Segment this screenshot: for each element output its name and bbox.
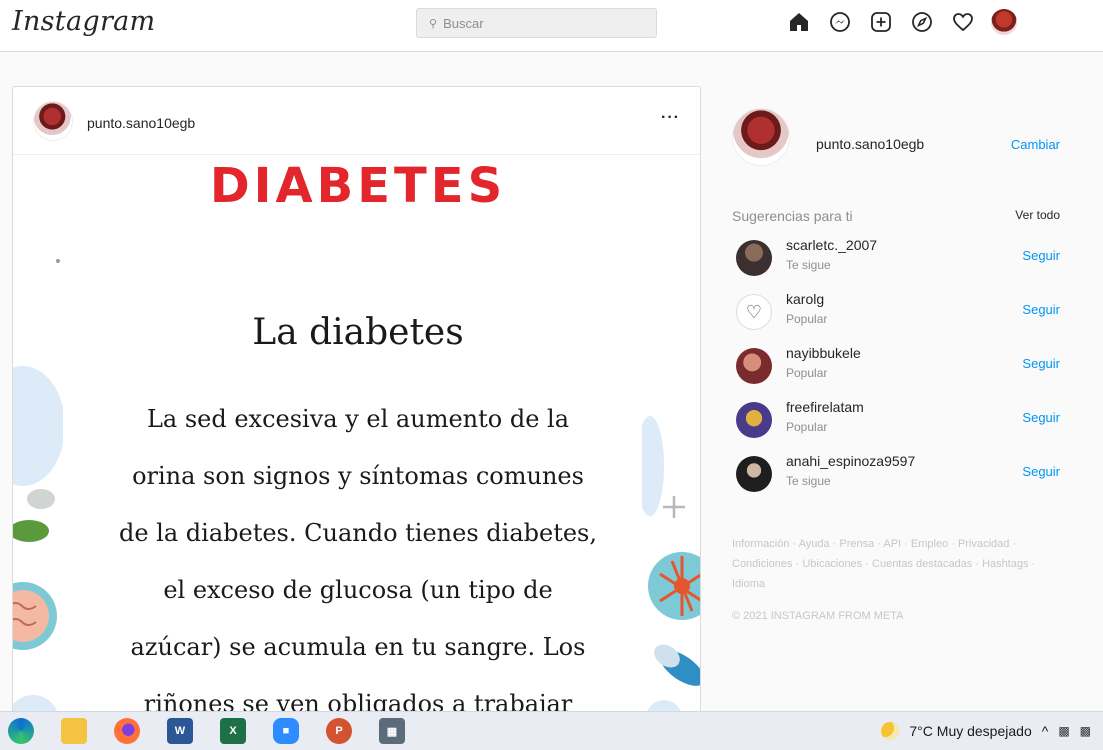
follow-button[interactable]: Seguir (1022, 356, 1060, 371)
suggestion-item: nayibbukele Popular Seguir (732, 344, 1062, 398)
see-all-link[interactable]: Ver todo (1015, 208, 1060, 222)
infographic-subtitle: La diabetes (252, 312, 464, 353)
top-navigation: Instagram ⚲ Buscar (0, 0, 1103, 52)
file-explorer-icon[interactable] (61, 718, 87, 744)
instagram-logo[interactable]: Instagram (12, 6, 155, 37)
weather-moon-icon[interactable] (881, 722, 900, 740)
body-line: el exceso de glucosa (un tipo de (163, 576, 553, 604)
search-placeholder: Buscar (443, 15, 484, 31)
follow-button[interactable]: Seguir (1022, 464, 1060, 479)
suggestion-reason: Popular (786, 312, 828, 326)
body-line: de la diabetes. Cuando tienes diabetes, (118, 519, 597, 547)
suggestion-avatar[interactable] (736, 402, 772, 438)
current-account: punto.sano10egb Cambiar (732, 100, 1062, 186)
search-input[interactable]: ⚲ Buscar (416, 8, 657, 38)
body-line: orina son signos y síntomas comunes (132, 462, 584, 490)
post-author-username[interactable]: punto.sano10egb (87, 115, 195, 131)
network-icon[interactable]: ▩ (1058, 724, 1069, 738)
body-line: La sed excesiva y el aumento de la (146, 405, 570, 433)
suggestion-username[interactable]: scarletc._2007 (786, 237, 877, 253)
follow-button[interactable]: Seguir (1022, 410, 1060, 425)
suggestion-avatar[interactable] (736, 456, 772, 492)
search-icon: ⚲ (429, 17, 438, 30)
more-options-icon[interactable]: ··· (661, 109, 680, 127)
avatar (991, 9, 1017, 35)
calculator-icon[interactable]: ▦ (379, 718, 405, 744)
suggestion-username[interactable]: nayibbukele (786, 345, 861, 361)
suggestion-item: ♡ karolg Popular Seguir (732, 290, 1062, 344)
switch-account-button[interactable]: Cambiar (1011, 137, 1060, 152)
messenger-icon[interactable] (827, 9, 853, 35)
new-post-icon[interactable] (868, 9, 894, 35)
body-line: azúcar) se acumula en tu sangre. Los (130, 633, 586, 661)
taskbar-apps: W X ■ P ▦ (8, 718, 405, 744)
pills-decoration-left (13, 259, 63, 725)
nav-icons (786, 8, 1017, 36)
suggestions-header: Sugerencias para ti Ver todo (732, 204, 1062, 226)
suggestions-list: scarletc._2007 Te sigue Seguir ♡ karolg … (732, 236, 1062, 506)
feed-post: punto.sano10egb ··· DIABETES La diabetes… (12, 86, 701, 726)
suggestion-username[interactable]: anahi_espinoza9597 (786, 453, 915, 469)
heart-logo-icon: ♡ (745, 301, 763, 322)
post-header: punto.sano10egb ··· (13, 87, 700, 155)
tray-chevron-icon[interactable]: ^ (1042, 723, 1049, 739)
powerpoint-icon[interactable]: P (326, 718, 352, 744)
pills-decoration-right (642, 416, 700, 725)
follow-button[interactable]: Seguir (1022, 302, 1060, 317)
edge-icon[interactable] (8, 718, 34, 744)
suggestion-reason: Popular (786, 420, 828, 434)
suggestions-title: Sugerencias para ti (732, 208, 853, 224)
infographic-title: DIABETES (209, 158, 507, 214)
suggestion-reason: Te sigue (786, 258, 831, 272)
infographic-card: DIABETES La diabetes La sed excesiva y e… (65, 156, 651, 725)
right-sidebar: punto.sano10egb Cambiar Sugerencias para… (732, 100, 1062, 622)
suggestion-avatar[interactable]: ♡ (736, 294, 772, 330)
suggestion-avatar[interactable] (736, 348, 772, 384)
copyright-text: © 2021 INSTAGRAM FROM META (732, 610, 904, 622)
suggestion-username[interactable]: freefirelatam (786, 399, 864, 415)
suggestion-username[interactable]: karolg (786, 291, 824, 307)
footer-links[interactable]: Información · Ayuda · Prensa · API · Emp… (732, 534, 1052, 594)
post-image[interactable]: DIABETES La diabetes La sed excesiva y e… (13, 156, 700, 725)
explore-icon[interactable] (909, 9, 935, 35)
suggestion-item: scarletc._2007 Te sigue Seguir (732, 236, 1062, 290)
firefox-icon[interactable] (114, 718, 140, 744)
infographic-body: La sed excesiva y el aumento de la orina… (65, 391, 651, 725)
zoom-icon[interactable]: ■ (273, 718, 299, 744)
suggestion-item: anahi_espinoza9597 Te sigue Seguir (732, 452, 1062, 506)
weather-text[interactable]: 7°C Muy despejado (909, 723, 1031, 739)
follow-button[interactable]: Seguir (1022, 248, 1060, 263)
word-icon[interactable]: W (167, 718, 193, 744)
post-author-avatar[interactable] (33, 101, 73, 141)
suggestion-avatar[interactable] (736, 240, 772, 276)
suggestion-item: freefirelatam Popular Seguir (732, 398, 1062, 452)
home-icon[interactable] (786, 9, 812, 35)
excel-icon[interactable]: X (220, 718, 246, 744)
current-account-avatar[interactable] (732, 108, 790, 166)
language-icon[interactable]: ▩ (1080, 724, 1091, 738)
windows-taskbar: W X ■ P ▦ 7°C Muy despejado ^ ▩ ▩ (0, 711, 1103, 750)
profile-avatar[interactable] (991, 9, 1017, 35)
suggestion-reason: Popular (786, 366, 828, 380)
system-tray: 7°C Muy despejado ^ ▩ ▩ (881, 722, 1091, 740)
suggestion-reason: Te sigue (786, 474, 831, 488)
activity-heart-icon[interactable] (950, 9, 976, 35)
current-account-username[interactable]: punto.sano10egb (816, 136, 924, 152)
